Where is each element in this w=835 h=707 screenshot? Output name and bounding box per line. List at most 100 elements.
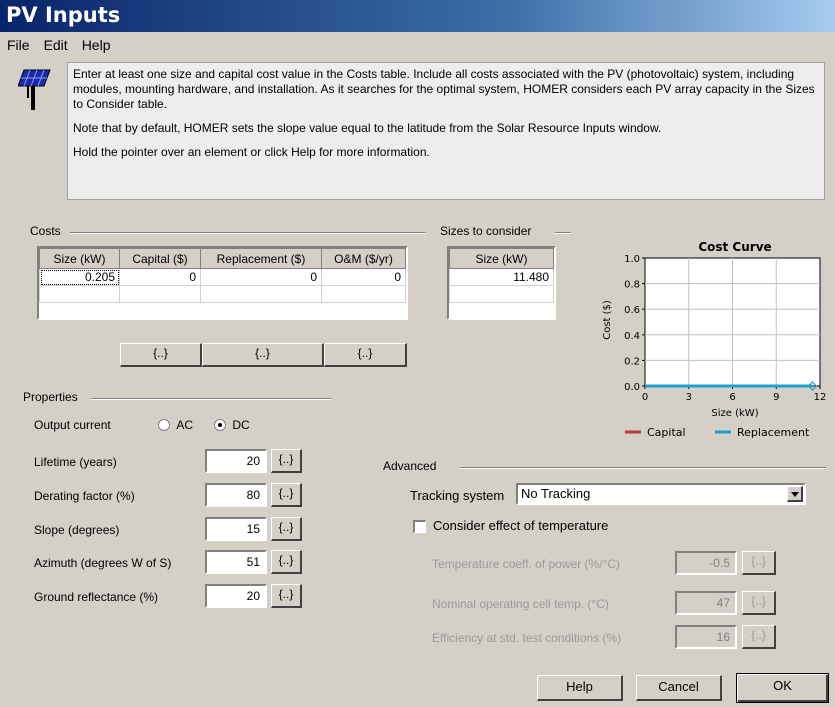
costs-header-om: O&M ($/yr)	[321, 248, 406, 269]
menu-edit[interactable]: Edit	[37, 34, 75, 56]
cost-cell-size[interactable]: 0.205	[39, 268, 120, 286]
ground-reflectance-label: Ground reflectance (%)	[34, 590, 159, 604]
cost-cell-replacement[interactable]: 0	[200, 268, 322, 286]
sizes-table-frame: Size (kW) 11.480	[447, 246, 556, 320]
slope-sensitivity-button[interactable]: {..}	[271, 517, 302, 541]
radio-ac[interactable]: AC	[158, 418, 193, 432]
radio-ac-circle[interactable]	[158, 419, 170, 431]
radio-dc-circle[interactable]	[214, 419, 226, 431]
advanced-group-label: Advanced	[383, 459, 437, 473]
costs-header-size: Size (kW)	[39, 248, 120, 269]
cost-cell-capital[interactable]: 0	[119, 268, 201, 286]
cost-cell-empty[interactable]	[39, 285, 120, 303]
replacement-sensitivity-button[interactable]: {..}	[202, 343, 324, 367]
chart-ytick-label: 0.2	[624, 356, 640, 367]
help-button[interactable]: Help	[537, 675, 623, 701]
efficiency-input[interactable]: 16	[675, 625, 737, 649]
chevron-down-icon[interactable]	[787, 486, 803, 502]
sizes-group-divider	[555, 232, 571, 234]
lifetime-input[interactable]: 20	[205, 449, 267, 473]
temp-coeff-label: Temperature coeff. of power (%/°C)	[432, 557, 620, 571]
ground-reflectance-input[interactable]: 20	[205, 584, 267, 608]
ground-reflectance-sensitivity-button[interactable]: {..}	[271, 584, 302, 608]
temperature-checkbox-label: Consider effect of temperature	[433, 518, 609, 533]
azimuth-input[interactable]: 51	[205, 550, 267, 574]
cost-curve-chart: Cost Curve Cost ($) Size (kW) 0 3 6 9 12 0.0 0…	[580, 236, 830, 446]
solar-panel-icon	[17, 68, 52, 112]
cost-cell-empty[interactable]	[321, 285, 406, 303]
ok-button[interactable]: OK	[736, 673, 829, 703]
costs-table: Size (kW) Capital ($) Replacement ($) O&…	[39, 248, 406, 303]
lifetime-label: Lifetime (years)	[34, 455, 117, 469]
sizes-header: Size (kW)	[449, 248, 554, 269]
properties-group-label: Properties	[23, 390, 78, 404]
sizes-group-label: Sizes to consider	[440, 224, 532, 238]
advanced-group-divider	[460, 467, 826, 469]
temp-coeff-sensitivity-button[interactable]: {..}	[742, 551, 776, 575]
info-text-3: Hold the pointer over an element or clic…	[73, 145, 430, 159]
menu-file[interactable]: File	[0, 34, 37, 56]
slope-input[interactable]: 15	[205, 517, 267, 541]
costs-group-divider	[70, 232, 425, 234]
info-text-1: Enter at least one size and capital cost…	[73, 67, 815, 111]
chart-ytick-label: 0.6	[624, 305, 640, 316]
table-row	[39, 285, 406, 303]
tracking-system-label: Tracking system	[410, 488, 505, 503]
chart-ytick-label: 0.4	[624, 331, 640, 342]
chart-ytick-label: 0.8	[624, 280, 640, 291]
output-current-label: Output current	[34, 418, 111, 432]
radio-dc-label: DC	[232, 418, 250, 432]
efficiency-label: Efficiency at std. test conditions (%)	[432, 631, 622, 645]
derating-label: Derating factor (%)	[34, 489, 135, 503]
derating-input[interactable]: 80	[205, 483, 267, 507]
temperature-checkbox[interactable]	[413, 520, 426, 533]
chart-xtick-label: 12	[814, 392, 827, 403]
tracking-system-value: No Tracking	[521, 486, 591, 501]
table-row: 0.205 0 0 0	[39, 268, 406, 286]
chart-ytick-label: 0.0	[624, 382, 640, 393]
sizes-table: Size (kW) 11.480	[449, 248, 554, 303]
tracking-system-select[interactable]: No Tracking	[516, 483, 806, 505]
cost-curve-svg: Cost Curve Cost ($) Size (kW) 0 3 6 9 12 0.0 0…	[602, 240, 827, 439]
azimuth-sensitivity-button[interactable]: {..}	[271, 550, 302, 574]
nominal-cell-temp-input[interactable]: 47	[675, 591, 737, 615]
chart-xtick-label: 6	[729, 392, 735, 403]
temp-coeff-input[interactable]: -0.5	[675, 551, 737, 575]
chart-ylabel: Cost ($)	[602, 300, 613, 340]
table-row: 11.480	[449, 268, 554, 286]
cost-cell-empty[interactable]	[200, 285, 322, 303]
chart-xtick-label: 9	[773, 392, 779, 403]
title-bar: PV Inputs	[0, 0, 835, 32]
info-panel: Enter at least one size and capital cost…	[67, 62, 825, 200]
info-text-2: Note that by default, HOMER sets the slo…	[73, 121, 662, 135]
capital-sensitivity-button[interactable]: {..}	[120, 343, 202, 367]
derating-sensitivity-button[interactable]: {..}	[271, 483, 302, 507]
lifetime-sensitivity-button[interactable]: {..}	[271, 449, 302, 473]
properties-group-divider	[91, 398, 331, 400]
window-title: PV Inputs	[6, 3, 121, 27]
size-cell-empty[interactable]	[449, 285, 554, 303]
menu-help[interactable]: Help	[75, 34, 118, 56]
chart-title: Cost Curve	[698, 240, 771, 254]
costs-group-label: Costs	[30, 224, 61, 238]
costs-header-replacement: Replacement ($)	[200, 248, 322, 269]
chart-legend-label: Capital	[647, 426, 686, 439]
size-cell[interactable]: 11.480	[449, 268, 554, 286]
chart-ytick-label: 1.0	[624, 254, 640, 265]
slope-label: Slope (degrees)	[34, 523, 120, 537]
efficiency-sensitivity-button[interactable]: {..}	[742, 625, 776, 649]
nominal-cell-temp-sensitivity-button[interactable]: {..}	[742, 591, 776, 615]
menu-bar: File Edit Help	[0, 34, 117, 56]
radio-ac-label: AC	[176, 418, 194, 432]
cancel-button[interactable]: Cancel	[636, 675, 722, 701]
chart-legend-label: Replacement	[737, 426, 810, 439]
nominal-cell-temp-label: Nominal operating cell temp. (°C)	[432, 597, 609, 611]
costs-header-capital: Capital ($)	[119, 248, 201, 269]
om-sensitivity-button[interactable]: {..}	[324, 343, 407, 367]
chart-xtick-label: 3	[686, 392, 692, 403]
azimuth-label: Azimuth (degrees W of S)	[34, 556, 172, 570]
chart-xlabel: Size (kW)	[711, 408, 758, 419]
radio-dc[interactable]: DC	[214, 418, 250, 432]
cost-cell-empty[interactable]	[119, 285, 201, 303]
cost-cell-om[interactable]: 0	[321, 268, 406, 286]
